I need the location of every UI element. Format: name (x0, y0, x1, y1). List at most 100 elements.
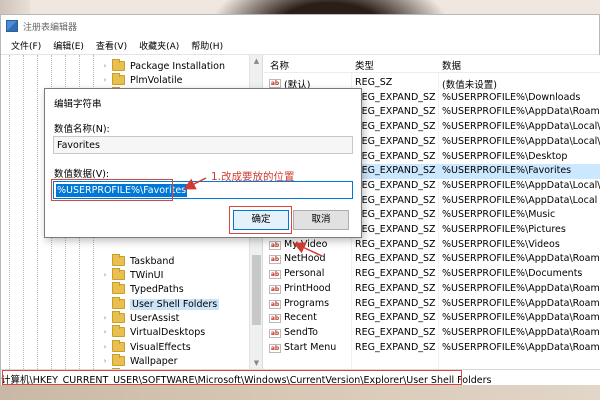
value-name-cell: Personal (284, 268, 325, 280)
menu-edit[interactable]: 编辑(E) (47, 39, 90, 52)
value-data-highlight (51, 179, 173, 201)
menu-favorites[interactable]: 收藏夹(A) (133, 39, 185, 52)
folder-icon (112, 254, 125, 266)
chevron-right-icon[interactable]: › (101, 328, 109, 336)
menu-bar: 文件(F) 编辑(E) 查看(V) 收藏夹(A) 帮助(H) (1, 37, 599, 55)
value-data-cell: %USERPROFILE%\AppData\Local\Micr (442, 135, 600, 147)
value-data-cell: %USERPROFILE%\Music (442, 209, 556, 221)
folder-icon (112, 268, 125, 280)
value-data-cell: %USERPROFILE%\Pictures (442, 224, 566, 235)
ok-button[interactable]: 确定 (233, 210, 289, 230)
value-type-cell: REG_EXPAND_SZ (355, 165, 436, 177)
registry-value-row[interactable]: ab SendTo REG_EXPAND_SZ %USERPROFILE%\AppDa… (264, 326, 600, 341)
chevron-right-icon[interactable]: › (101, 271, 109, 279)
tree-scroll-thumb[interactable] (252, 255, 261, 325)
tree-item-label: TypedPaths (130, 283, 184, 295)
registry-value-row[interactable]: ab PrintHood REG_EXPAND_SZ %USERPROFILE%\Ap… (264, 282, 600, 297)
cancel-button[interactable]: 取消 (293, 210, 349, 230)
registry-value-row[interactable]: ab Programs REG_EXPAND_SZ %USERPROFILE%\App… (264, 297, 600, 312)
string-value-icon: ab (269, 343, 281, 353)
value-data-cell: %USERPROFILE%\AppData\Roaming\Mi (442, 282, 600, 294)
value-type-cell: REG_EXPAND_SZ (355, 194, 436, 206)
tree-item[interactable]: › TWinUI (101, 268, 163, 282)
value-type-cell: REG_EXPAND_SZ (355, 326, 436, 338)
chevron-right-icon[interactable]: › (101, 62, 109, 70)
tree-item[interactable]: › VirtualDesktops (101, 325, 205, 339)
tree-guide-line (9, 55, 10, 369)
chevron-right-icon[interactable]: › (101, 357, 109, 365)
value-data-cell: %USERPROFILE%\AppData\Roaming\Mi (442, 341, 600, 353)
column-header-name[interactable]: 名称 (270, 58, 289, 72)
value-data-cell: %USERPROFILE%\AppData\Roaming\Mi (442, 297, 600, 309)
registry-value-row[interactable]: ab Recent REG_EXPAND_SZ %USERPROFILE%\AppDa… (264, 311, 600, 326)
status-path-highlight (2, 370, 462, 385)
registry-value-row[interactable]: ab Personal REG_EXPAND_SZ %USERPROFILE%\Doc… (264, 267, 600, 282)
value-data-cell: %USERPROFILE%\AppData\Roaming\Mi (442, 312, 600, 324)
menu-file[interactable]: 文件(F) (5, 39, 47, 52)
value-type-cell: REG_EXPAND_SZ (355, 312, 436, 324)
column-header-type[interactable]: 类型 (355, 58, 374, 72)
chevron-right-icon[interactable]: › (101, 343, 109, 351)
value-type-cell: REG_EXPAND_SZ (355, 282, 436, 294)
tree-item[interactable]: › Package Installation (101, 59, 225, 73)
edit-string-dialog: 编辑字符串 数值名称(N): Favorites 数值数据(V): %USERP… (44, 88, 362, 238)
string-value-icon: ab (269, 255, 281, 265)
tree-item[interactable]: › Wallpaper (101, 354, 178, 368)
tree-item-label: TWinUI (130, 269, 164, 281)
menu-view[interactable]: 查看(V) (90, 39, 133, 52)
string-value-icon: ab (269, 314, 281, 324)
value-type-cell: REG_EXPAND_SZ (355, 121, 436, 133)
title-bar[interactable]: 注册表编辑器 (1, 15, 599, 37)
column-header-data[interactable]: 数据 (442, 58, 461, 72)
scroll-up-icon[interactable]: ▲ (250, 55, 262, 67)
value-data-label: 数值数据(V): (54, 169, 110, 180)
tree-item-label: Taskband (130, 255, 175, 267)
value-data-cell: %USERPROFILE%\AppData\Local (442, 194, 598, 206)
tree-item-label: UserAssist (130, 312, 180, 324)
tree-item-label: VisualEffects (130, 341, 191, 353)
dialog-title: 编辑字符串 (54, 99, 102, 110)
value-type-cell: REG_EXPAND_SZ (355, 106, 436, 118)
value-type-cell: REG_EXPAND_SZ (355, 341, 436, 353)
value-name-cell: PrintHood (284, 282, 331, 294)
string-value-icon: ab (269, 328, 281, 338)
string-value-icon: ab (269, 299, 281, 309)
value-data-cell: %USERPROFILE%\Documents (442, 268, 583, 280)
tree-item-label: User Shell Folders (130, 298, 220, 310)
tree-item[interactable]: › VisualEffects (101, 340, 191, 354)
menu-help[interactable]: 帮助(H) (185, 39, 229, 52)
tree-item[interactable]: User Shell Folders (101, 297, 220, 311)
value-type-cell: REG_EXPAND_SZ (355, 253, 436, 265)
value-type-cell: REG_EXPAND_SZ (355, 179, 436, 191)
chevron-right-icon[interactable]: › (101, 314, 109, 322)
tree-item[interactable]: TypedPaths (101, 282, 184, 296)
value-name-cell: Start Menu (284, 341, 337, 353)
tree-item-label: Wallpaper (130, 355, 178, 367)
string-value-icon: ab (269, 240, 281, 250)
value-data-cell: %USERPROFILE%\Downloads (442, 91, 581, 103)
folder-icon (112, 354, 125, 366)
value-data-cell: %USERPROFILE%\AppData\Roaming (442, 106, 600, 118)
background-photo-bottom (0, 384, 600, 400)
tree-item[interactable]: Taskband (101, 254, 174, 268)
chevron-right-icon[interactable]: › (101, 76, 109, 84)
window-title: 注册表编辑器 (23, 22, 78, 33)
tree-item-label: Package Installation (130, 60, 226, 72)
value-data-cell: %USERPROFILE%\AppData\Roaming\Mi (442, 326, 600, 338)
scroll-down-icon[interactable]: ▼ (250, 357, 262, 369)
value-name-field[interactable]: Favorites (53, 136, 353, 154)
string-value-icon: ab (269, 270, 281, 280)
value-name-label: 数值名称(N): (54, 124, 110, 135)
folder-icon (112, 297, 125, 309)
registry-value-row[interactable]: ab NetHood REG_EXPAND_SZ %USERPROFILE%\AppD… (264, 252, 600, 267)
tree-item[interactable]: › UserAssist (101, 311, 179, 325)
tree-item-label: VirtualDesktops (130, 326, 206, 338)
value-type-cell: REG_EXPAND_SZ (355, 297, 436, 309)
value-type-cell: REG_EXPAND_SZ (355, 150, 436, 162)
tree-guide-line (23, 55, 24, 369)
registry-value-row[interactable]: ab Start Menu REG_EXPAND_SZ %USERPROFILE%\A… (264, 341, 600, 356)
folder-icon (112, 73, 125, 85)
tree-item[interactable]: › PlmVolatile (101, 73, 183, 87)
registry-value-row[interactable]: ab My Video REG_EXPAND_SZ %USERPROFILE%\Vid… (264, 238, 600, 253)
string-value-icon: ab (269, 284, 281, 294)
